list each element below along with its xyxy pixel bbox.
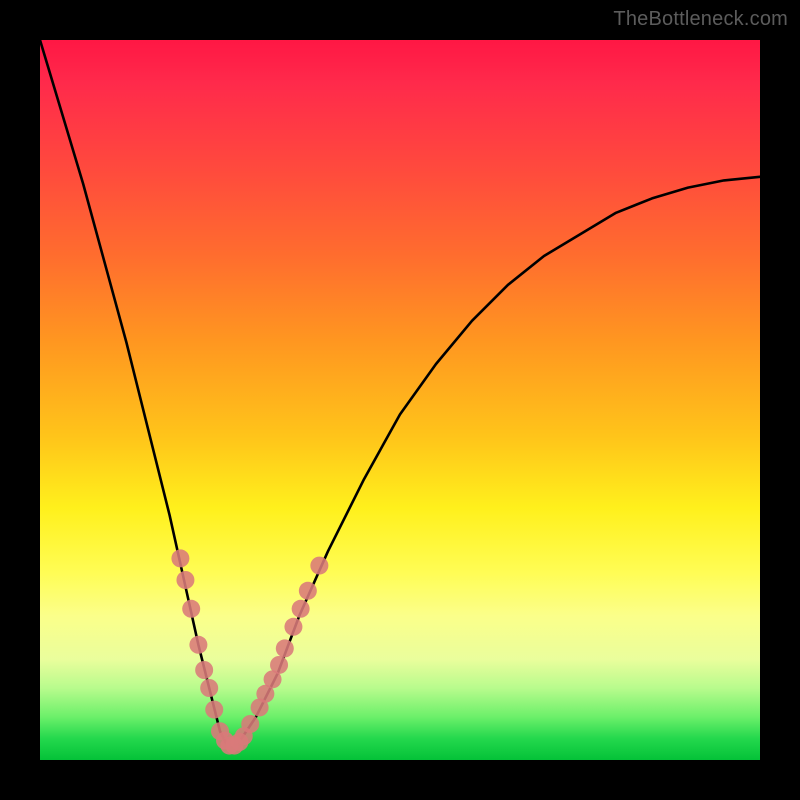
data-dots xyxy=(171,549,328,754)
data-dot xyxy=(171,549,189,567)
data-dot xyxy=(195,661,213,679)
data-dot xyxy=(284,618,302,636)
data-dot xyxy=(299,582,317,600)
data-dot xyxy=(292,600,310,618)
plot-area xyxy=(40,40,760,760)
data-dot xyxy=(310,557,328,575)
data-dot xyxy=(241,715,259,733)
chart-frame: TheBottleneck.com xyxy=(0,0,800,800)
data-dot xyxy=(270,656,288,674)
data-dot xyxy=(176,571,194,589)
curve-line xyxy=(40,40,760,746)
data-dot xyxy=(276,639,294,657)
chart-svg xyxy=(40,40,760,760)
data-dot xyxy=(205,701,223,719)
watermark-text: TheBottleneck.com xyxy=(613,8,788,31)
data-dot xyxy=(200,679,218,697)
data-dot xyxy=(189,636,207,654)
data-dot xyxy=(182,600,200,618)
